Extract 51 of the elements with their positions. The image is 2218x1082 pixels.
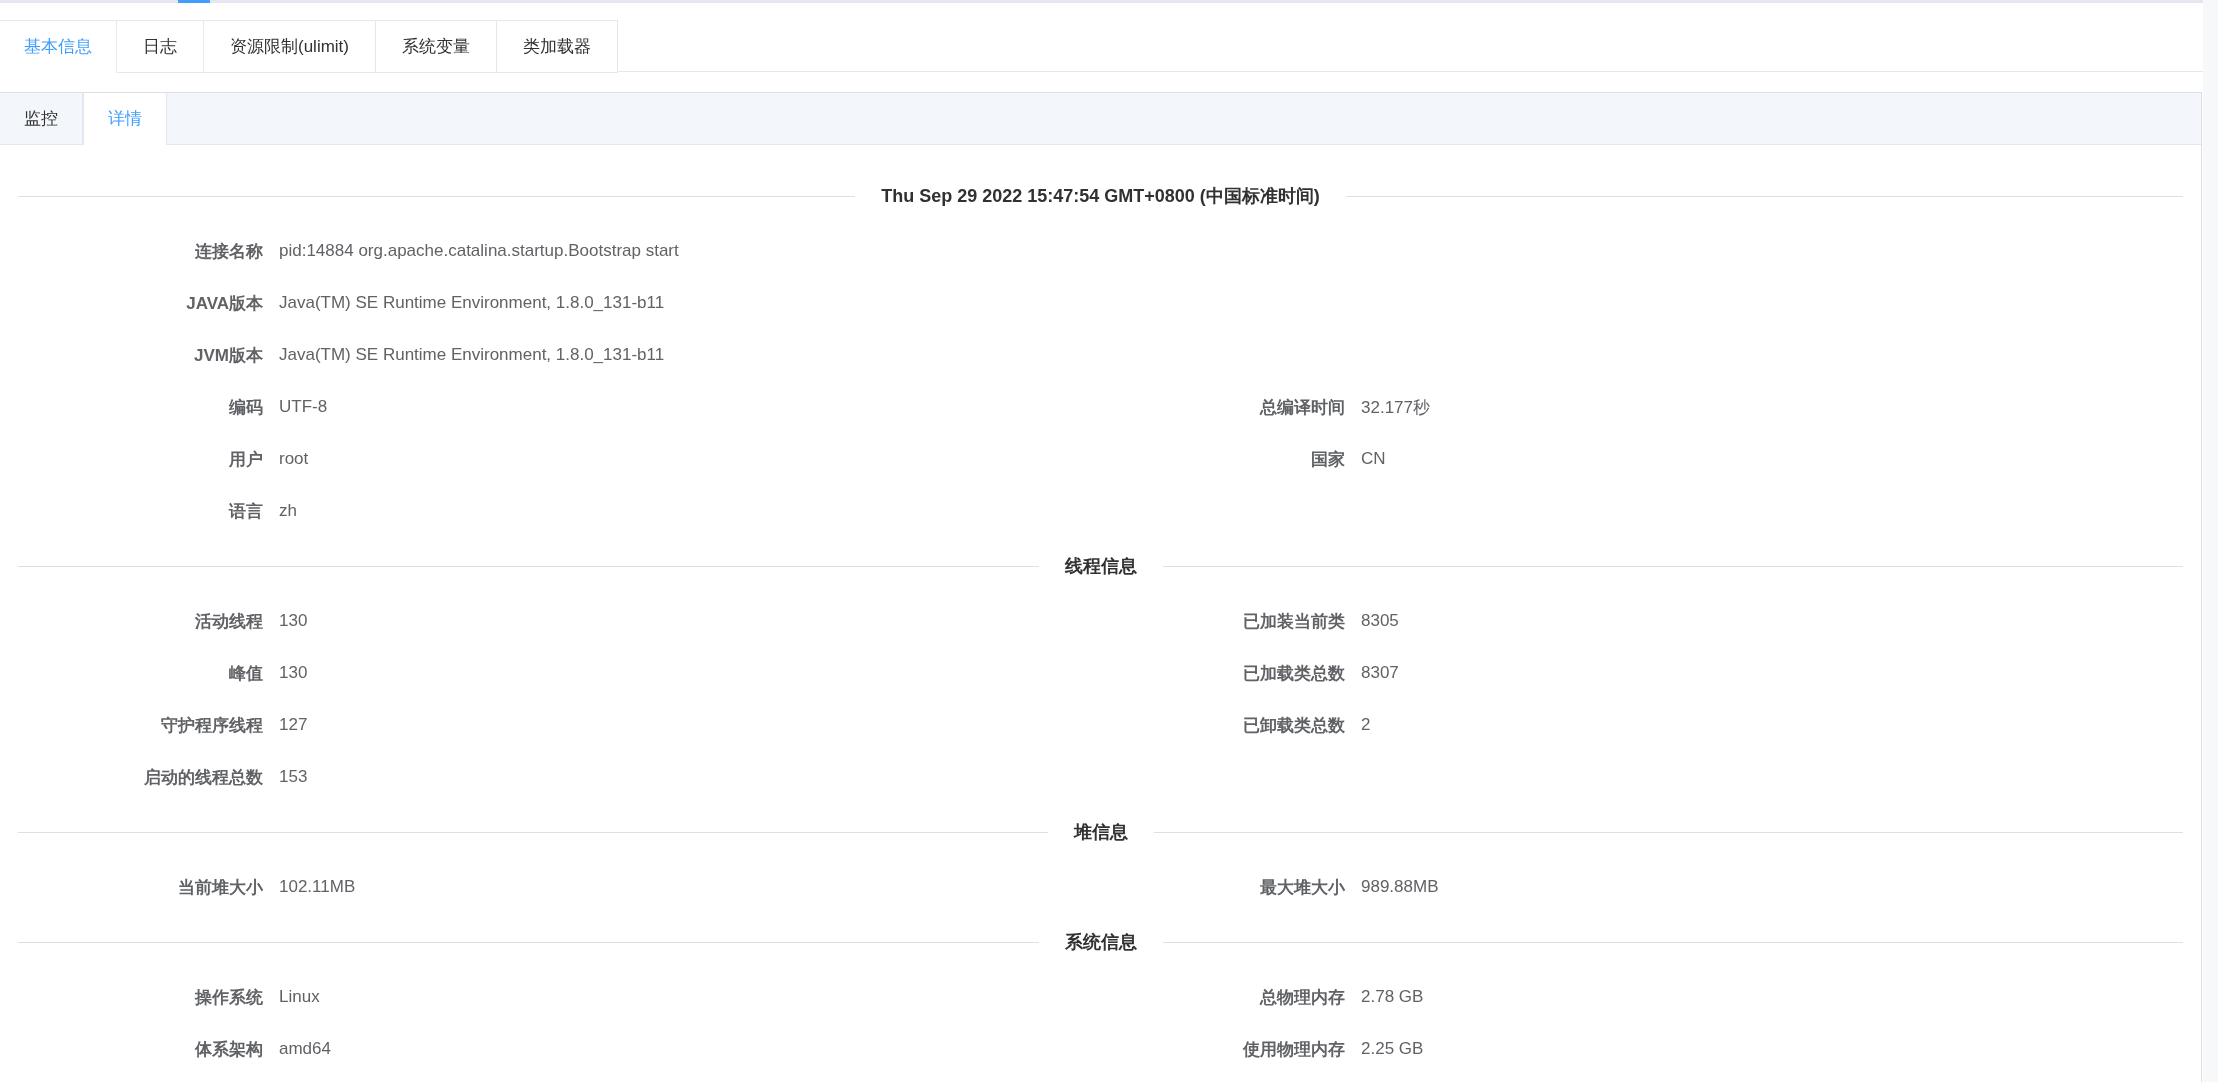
field-label: 已加载类总数 <box>1242 662 1345 685</box>
field-label: 语言 <box>227 500 263 523</box>
field-value: 153 <box>279 767 309 787</box>
field-value: pid:14884 org.apache.catalina.startup.Bootstrap start <box>279 241 680 261</box>
field-value: Java(TM) SE Runtime Environment, 1.8.0_131-b11 <box>279 293 666 313</box>
tab[interactable]: 系统变量 <box>376 20 497 73</box>
field-value: 2 <box>1361 715 1372 735</box>
field-value: 8305 <box>1361 611 1400 631</box>
tab[interactable]: 资源限制(ulimit) <box>204 20 376 73</box>
field-label: 活动线程 <box>194 610 263 633</box>
section-title: 系统信息 <box>1063 931 1138 954</box>
field-value: 127 <box>279 715 309 735</box>
field-label: 当前堆大小 <box>177 876 263 899</box>
section-title: Thu Sep 29 2022 15:47:54 GMT+0800 (中国标准时间) <box>880 185 1321 208</box>
field-value: 130 <box>279 663 309 683</box>
field-value: Java(TM) SE Runtime Environment, 1.8.0_131-b11 <box>279 345 666 365</box>
field-value: UTF-8 <box>279 397 329 417</box>
field-value: 102.11MB <box>279 877 357 897</box>
field-label: 用户 <box>228 448 263 471</box>
field-label: 最大堆大小 <box>1259 876 1345 899</box>
field-value: root <box>279 449 310 469</box>
field-value: 2.25 GB <box>1361 1039 1425 1059</box>
field-label: 已卸载类总数 <box>1242 714 1345 737</box>
field-label: 国家 <box>1310 448 1345 471</box>
field-value: CN <box>1361 449 1387 469</box>
field-label: JAVA版本 <box>185 292 263 315</box>
field-value: 8307 <box>1361 663 1400 683</box>
field-label: 操作系统 <box>193 986 263 1009</box>
field-label: 体系架构 <box>194 1038 263 1061</box>
field-label: 已加装当前类 <box>1242 610 1345 633</box>
field-value: Linux <box>279 987 321 1007</box>
tab-indicator <box>178 0 210 3</box>
section-title: 线程信息 <box>1063 555 1138 578</box>
field-value: 130 <box>279 611 309 631</box>
field-label: 总编译时间 <box>1258 396 1345 419</box>
field-value: amd64 <box>279 1039 332 1059</box>
field-label: 总物理内存 <box>1258 986 1345 1009</box>
field-label: JVM版本 <box>193 344 263 367</box>
section-title: 堆信息 <box>1072 821 1129 844</box>
tab[interactable]: 日志 <box>117 20 204 73</box>
field-label: 使用物理内存 <box>1242 1038 1345 1061</box>
field-value: 2.78 GB <box>1361 987 1425 1007</box>
field-label: 启动的线程总数 <box>143 766 263 789</box>
field-value: 989.88MB <box>1361 877 1440 897</box>
field-label: 编码 <box>228 396 263 419</box>
field-label: 峰值 <box>228 662 263 685</box>
field-value: 32.177秒 <box>1361 396 1431 419</box>
field-label: 连接名称 <box>194 240 263 263</box>
tab[interactable]: 类加载器 <box>497 20 618 73</box>
field-label: 守护程序线程 <box>160 714 263 737</box>
field-value: zh <box>279 501 298 521</box>
